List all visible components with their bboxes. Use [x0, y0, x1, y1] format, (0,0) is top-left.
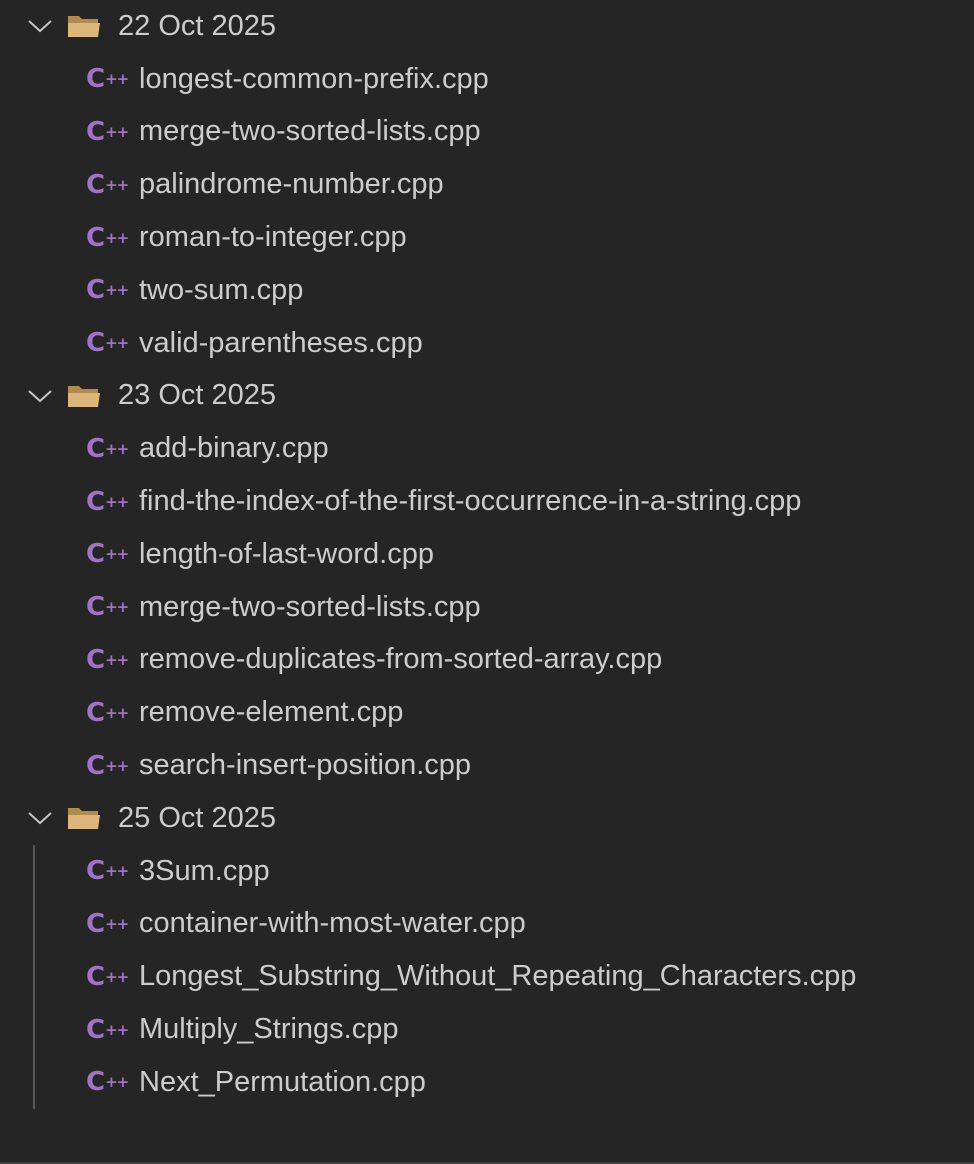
cpp-file-icon: C ++: [86, 644, 129, 675]
file-item[interactable]: C ++ longest-common-prefix.cpp: [0, 53, 974, 106]
file-name: Next_Permutation.cpp: [139, 1065, 426, 1098]
file-name: longest-common-prefix.cpp: [139, 62, 489, 95]
cpp-file-icon: C ++: [86, 433, 129, 464]
cpp-file-icon: C ++: [86, 697, 129, 728]
cpp-file-icon: C ++: [86, 64, 129, 95]
file-name: two-sum.cpp: [139, 273, 304, 306]
file-item[interactable]: C ++ valid-parentheses.cpp: [0, 317, 974, 370]
cpp-file-icon: C ++: [86, 1014, 129, 1045]
file-name: container-with-most-water.cpp: [139, 907, 526, 940]
chevron-down-icon[interactable]: [24, 10, 56, 42]
file-name: merge-two-sorted-lists.cpp: [139, 590, 481, 623]
file-explorer-tree: 22 Oct 2025 C ++ longest-common-prefix.cpp…: [0, 0, 974, 1164]
file-item[interactable]: C ++ roman-to-integer.cpp: [0, 211, 974, 264]
file-item[interactable]: C ++ Multiply_Strings.cpp: [0, 1003, 974, 1056]
file-name: merge-two-sorted-lists.cpp: [139, 115, 481, 148]
file-item[interactable]: C ++ Longest_Substring_Without_Repeating_C…: [0, 950, 974, 1003]
folder-name: 25 Oct 2025: [118, 801, 276, 834]
file-item[interactable]: C ++ merge-two-sorted-lists.cpp: [0, 106, 974, 159]
folder-name: 23 Oct 2025: [118, 379, 276, 412]
file-name: search-insert-position.cpp: [139, 749, 472, 782]
cpp-file-icon: C ++: [86, 169, 129, 200]
cpp-file-icon: C ++: [86, 328, 129, 359]
chevron-down-icon[interactable]: [24, 802, 56, 834]
file-name: Multiply_Strings.cpp: [139, 1013, 399, 1046]
file-item[interactable]: C ++ container-with-most-water.cpp: [0, 898, 974, 951]
folder-row-25-oct-2025[interactable]: 25 Oct 2025: [0, 792, 974, 845]
cpp-file-icon: C ++: [86, 486, 129, 517]
file-name: remove-duplicates-from-sorted-array.cpp: [139, 643, 663, 676]
cpp-file-icon: C ++: [86, 961, 129, 992]
cpp-file-icon: C ++: [86, 222, 129, 253]
cpp-file-icon: C ++: [86, 275, 129, 306]
file-name: find-the-index-of-the-first-occurrence-i…: [139, 485, 802, 518]
file-item[interactable]: C ++ length-of-last-word.cpp: [0, 528, 974, 581]
file-item[interactable]: C ++ palindrome-number.cpp: [0, 158, 974, 211]
file-name: length-of-last-word.cpp: [139, 537, 434, 570]
file-name: 3Sum.cpp: [139, 854, 270, 887]
open-folder-icon: [66, 11, 104, 41]
folder-row-22-oct-2025[interactable]: 22 Oct 2025: [0, 0, 974, 53]
file-item[interactable]: C ++ 3Sum.cpp: [0, 845, 974, 898]
file-item[interactable]: C ++ find-the-index-of-the-first-occurrenc…: [0, 475, 974, 528]
folder-row-23-oct-2025[interactable]: 23 Oct 2025: [0, 370, 974, 423]
file-item[interactable]: C ++ remove-duplicates-from-sorted-array.c…: [0, 634, 974, 687]
cpp-file-icon: C ++: [86, 539, 129, 570]
cpp-file-icon: C ++: [86, 856, 129, 887]
file-name: add-binary.cpp: [139, 432, 329, 465]
cpp-file-icon: C ++: [86, 750, 129, 781]
open-folder-icon: [66, 803, 104, 833]
file-item[interactable]: C ++ merge-two-sorted-lists.cpp: [0, 581, 974, 634]
file-name: roman-to-integer.cpp: [139, 221, 407, 254]
cpp-file-icon: C ++: [86, 592, 129, 623]
file-name: remove-element.cpp: [139, 696, 404, 729]
cpp-file-icon: C ++: [86, 908, 129, 939]
file-name: palindrome-number.cpp: [139, 168, 444, 201]
open-folder-icon: [66, 381, 104, 411]
file-item[interactable]: C ++ search-insert-position.cpp: [0, 739, 974, 792]
file-item[interactable]: C ++ Next_Permutation.cpp: [0, 1056, 974, 1109]
file-item[interactable]: C ++ remove-element.cpp: [0, 686, 974, 739]
file-name: valid-parentheses.cpp: [139, 326, 423, 359]
file-item[interactable]: C ++ add-binary.cpp: [0, 422, 974, 475]
cpp-file-icon: C ++: [86, 1067, 129, 1098]
folder-name: 22 Oct 2025: [118, 9, 276, 42]
chevron-down-icon[interactable]: [24, 380, 56, 412]
cpp-file-icon: C ++: [86, 116, 129, 147]
file-item[interactable]: C ++ two-sum.cpp: [0, 264, 974, 317]
file-name: Longest_Substring_Without_Repeating_Char…: [139, 960, 857, 993]
